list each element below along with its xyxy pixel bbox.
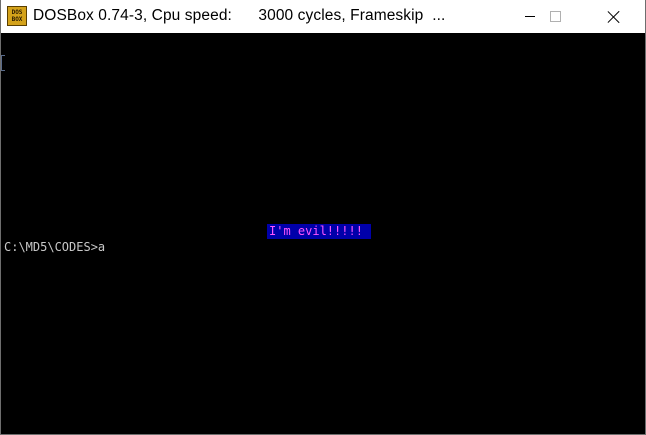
dosbox-window: DOS BOX DOSBox 0.74-3, Cpu speed: 3000 c…	[0, 0, 646, 435]
window-title: DOSBox 0.74-3, Cpu speed: 3000 cycles, F…	[33, 7, 446, 24]
maximize-button[interactable]	[532, 0, 578, 33]
dosbox-icon[interactable]: DOS BOX	[7, 6, 27, 26]
dos-screen[interactable]: I'm evil!!!!! C:\MD5\CODES>a	[1, 33, 645, 434]
title-bar[interactable]: DOS BOX DOSBox 0.74-3, Cpu speed: 3000 c…	[1, 0, 645, 33]
evil-message: I'm evil!!!!!	[267, 224, 371, 239]
close-button[interactable]	[591, 0, 637, 33]
command-prompt[interactable]: C:\MD5\CODES>a	[4, 240, 105, 255]
screen-artifact	[1, 55, 5, 71]
maximize-icon	[549, 11, 561, 22]
close-icon	[607, 10, 621, 24]
